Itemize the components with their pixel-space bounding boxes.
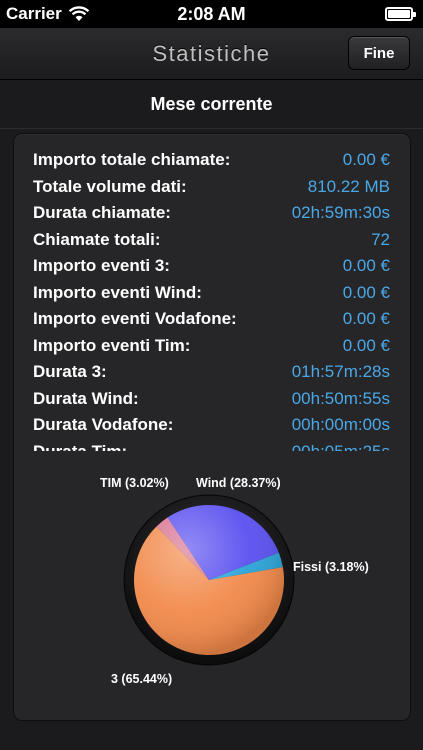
stat-row: Importo eventi Tim: 0.00 € bbox=[33, 333, 390, 360]
stat-label: Durata Wind: bbox=[33, 388, 139, 408]
pie-gloss bbox=[134, 505, 284, 655]
battery-icon bbox=[385, 7, 416, 21]
stat-value: 810.22 MB bbox=[307, 176, 390, 196]
stats-panel: Importo totale chiamate: 0.00 € Totale vol… bbox=[14, 134, 410, 720]
pie-label-fissi: Fissi (3.18%) bbox=[293, 560, 369, 574]
stat-value: 0.00 € bbox=[342, 335, 390, 355]
stat-row: Importo eventi Vodafone: 0.00 € bbox=[33, 306, 390, 333]
stat-label: Totale volume dati: bbox=[33, 176, 187, 196]
pie-label-3: 3 (65.44%) bbox=[111, 672, 173, 686]
stat-row: Chiamate totali: 72 bbox=[33, 227, 390, 254]
stat-row: Importo eventi Wind: 0.00 € bbox=[33, 280, 390, 307]
stat-row: Durata chiamate: 02h:59m:30s bbox=[33, 200, 390, 227]
stat-label: Importo eventi Wind: bbox=[33, 282, 202, 302]
stat-value: 0.00 € bbox=[342, 309, 390, 329]
pie-chart: 3 (65.44%) Fissi (3.18%) Wind (28.37%) TIM … bbox=[14, 464, 410, 714]
stat-value: 0.00 € bbox=[342, 256, 390, 276]
stat-row: Importo eventi 3: 0.00 € bbox=[33, 253, 390, 280]
stat-value: 01h:57m:28s bbox=[291, 362, 390, 382]
section-header: Mese corrente bbox=[0, 81, 423, 129]
done-button[interactable]: Fine bbox=[348, 36, 410, 70]
carrier-label: Carrier bbox=[6, 4, 62, 23]
page-title: Statistiche bbox=[152, 40, 271, 66]
stat-label: Importo eventi 3: bbox=[33, 256, 170, 276]
stat-value: 0.00 € bbox=[342, 150, 390, 170]
stat-label: Durata 3: bbox=[33, 362, 107, 382]
pie-label-tim: TIM (3.02%) bbox=[100, 476, 169, 490]
status-left: Carrier bbox=[6, 4, 90, 24]
pie-chart-svg bbox=[123, 494, 295, 666]
stat-value: 00h:05m:25s bbox=[292, 442, 390, 451]
stat-label: Durata chiamate: bbox=[33, 203, 171, 223]
stat-row: Totale volume dati: 810.22 MB bbox=[33, 174, 390, 201]
stat-label: Importo totale chiamate: bbox=[33, 150, 231, 170]
stat-value: 0.00 € bbox=[342, 282, 390, 302]
stat-label: Durata Vodafone: bbox=[33, 415, 174, 435]
stat-row: Durata Vodafone: 00h:00m:00s bbox=[33, 412, 390, 439]
stat-label: Importo eventi Tim: bbox=[33, 335, 191, 355]
stat-row: Durata 3: 01h:57m:28s bbox=[33, 359, 390, 386]
stat-value: 00h:00m:00s bbox=[291, 415, 390, 435]
wifi-icon bbox=[68, 6, 90, 21]
stat-value: 00h:50m:55s bbox=[291, 388, 390, 408]
stats-list[interactable]: Importo totale chiamate: 0.00 € Totale vol… bbox=[33, 147, 390, 451]
stat-label: Importo eventi Vodafone: bbox=[33, 309, 237, 329]
stat-value: 02h:59m:30s bbox=[291, 203, 390, 223]
pie-label-wind: Wind (28.37%) bbox=[196, 476, 281, 490]
status-bar: Carrier 2:08 AM bbox=[0, 0, 423, 28]
stat-row: Durata Tim: 00h:05m:25s bbox=[33, 439, 390, 451]
stat-row: Durata Wind: 00h:50m:55s bbox=[33, 386, 390, 413]
stat-row: Importo totale chiamate: 0.00 € bbox=[33, 147, 390, 174]
stat-label: Chiamate totali: bbox=[33, 229, 161, 249]
stat-label: Durata Tim: bbox=[33, 442, 127, 451]
nav-bar: Statistiche Fine bbox=[0, 28, 423, 80]
stat-value: 72 bbox=[371, 229, 390, 249]
